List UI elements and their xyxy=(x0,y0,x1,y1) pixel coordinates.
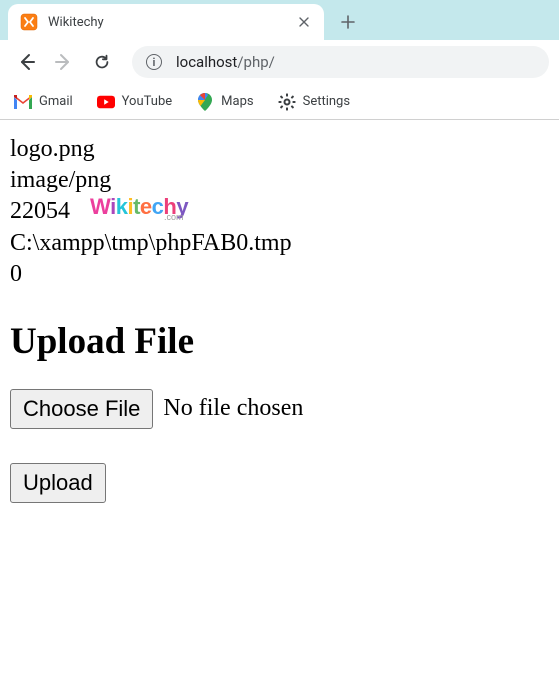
gmail-icon xyxy=(14,93,32,111)
output-filename: logo.png xyxy=(10,134,549,165)
browser-nav-bar: i localhost/php/ xyxy=(0,40,559,84)
site-info-icon[interactable]: i xyxy=(146,54,162,70)
choose-file-button[interactable]: Choose File xyxy=(10,389,153,429)
forward-button[interactable] xyxy=(48,46,80,78)
bookmark-gmail[interactable]: Gmail xyxy=(14,93,73,111)
bookmarks-bar: Gmail YouTube Maps xyxy=(0,84,559,120)
upload-heading: Upload File xyxy=(10,320,549,363)
page-body: logo.png image/png 22054 C:\xampp\tmp\ph… xyxy=(0,120,559,517)
xampp-favicon-icon xyxy=(20,13,38,31)
bookmark-label: Maps xyxy=(221,94,253,109)
reload-button[interactable] xyxy=(86,46,118,78)
bookmark-label: Settings xyxy=(303,94,350,109)
bookmark-settings[interactable]: Settings xyxy=(278,93,350,111)
output-mimetype: image/png xyxy=(10,165,549,196)
browser-tab[interactable]: Wikitechy xyxy=(8,4,324,40)
address-url: localhost/php/ xyxy=(176,53,275,71)
upload-button[interactable]: Upload xyxy=(10,463,106,503)
file-input-row: Choose File No file chosen xyxy=(10,389,549,429)
close-tab-icon[interactable] xyxy=(296,14,312,30)
bookmark-maps[interactable]: Maps xyxy=(196,93,253,111)
new-tab-button[interactable] xyxy=(334,8,362,36)
tab-title: Wikitechy xyxy=(48,15,296,30)
bookmark-youtube[interactable]: YouTube xyxy=(97,93,173,111)
bookmark-label: YouTube xyxy=(122,94,173,109)
output-tmppath: C:\xampp\tmp\phpFAB0.tmp xyxy=(10,228,549,259)
back-button[interactable] xyxy=(10,46,42,78)
wikitechy-watermark-sub: .com xyxy=(164,212,184,222)
output-errorcode: 0 xyxy=(10,259,549,290)
maps-icon xyxy=(196,93,214,111)
file-chosen-text: No file chosen xyxy=(163,395,303,422)
youtube-icon xyxy=(97,93,115,111)
address-bar[interactable]: i localhost/php/ xyxy=(132,46,549,78)
bookmark-label: Gmail xyxy=(39,94,73,109)
browser-tab-bar: Wikitechy xyxy=(0,0,559,40)
gear-icon xyxy=(278,93,296,111)
